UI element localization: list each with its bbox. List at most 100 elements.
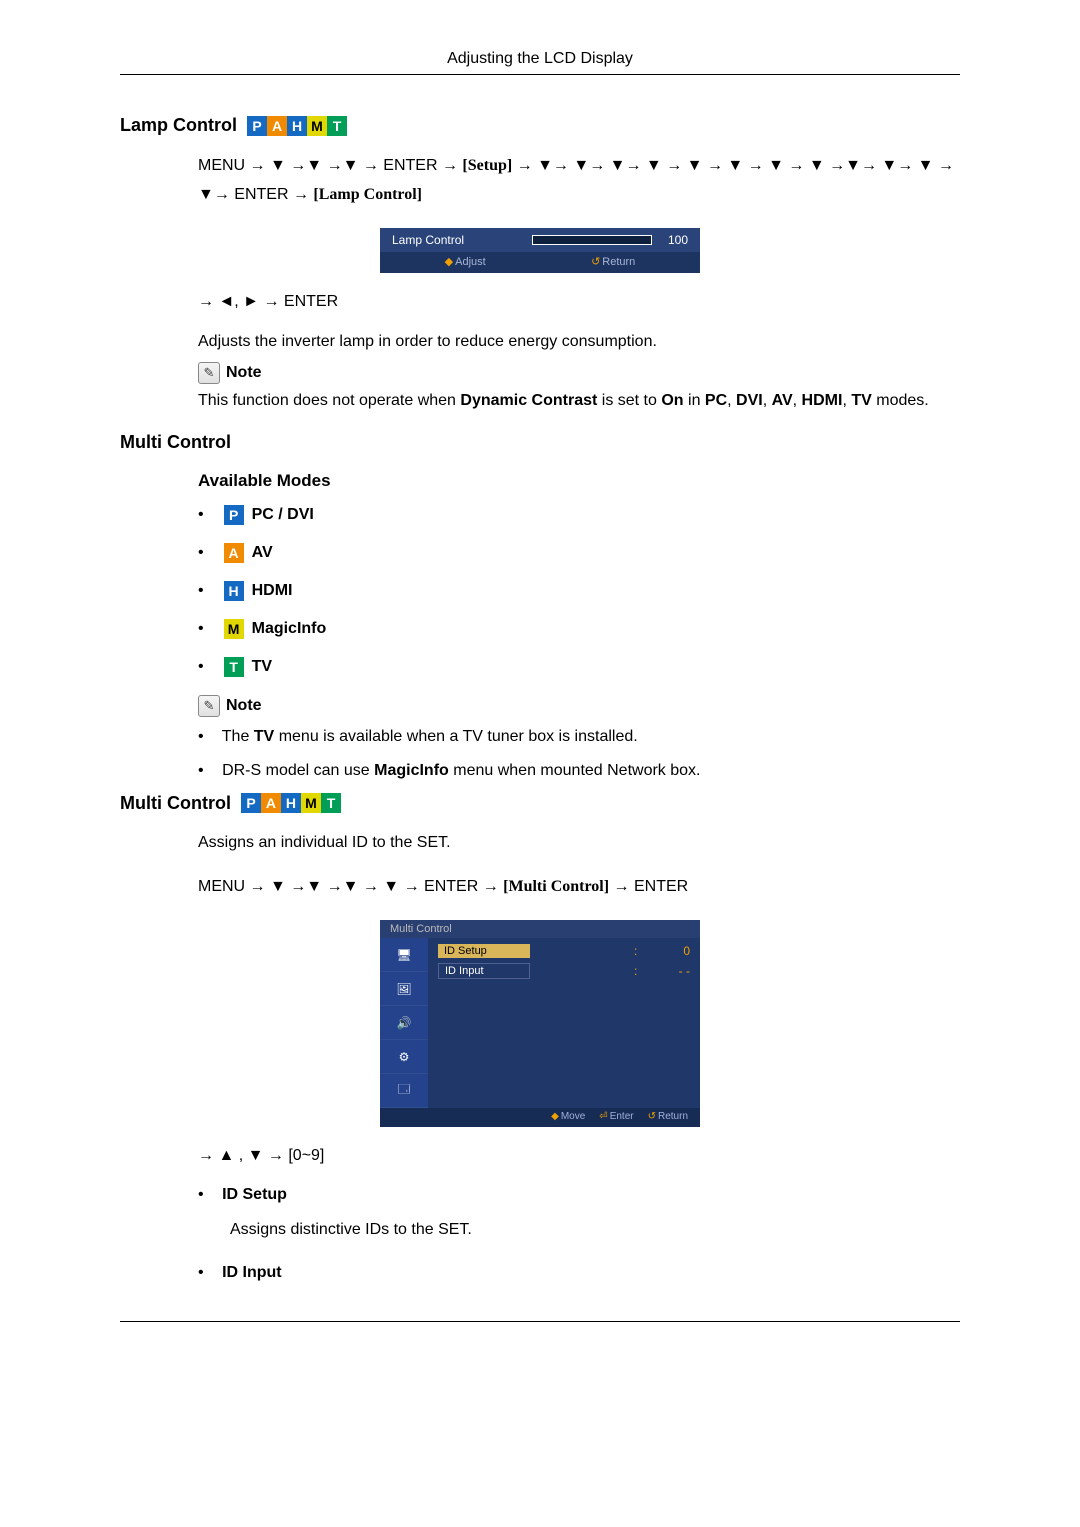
mc-osd-main: ID Setup :0 ID Input :- - — [428, 938, 700, 1108]
multi-control-osd: Multi Control 🖥 🖼 🔊 ⚙ 🗔 ID Setup :0 ID I… — [380, 920, 700, 1127]
sidebar-multi-icon[interactable]: 🗔 — [380, 1074, 428, 1108]
note-hdmi: HDMI — [802, 392, 843, 409]
note-dvi: DVI — [736, 392, 763, 409]
badge-a-icon: A — [261, 793, 281, 813]
return-icon: ↺ — [591, 256, 600, 268]
page-header: Adjusting the LCD Display — [120, 50, 960, 75]
sidebar-picture-icon[interactable]: 🖼 — [380, 972, 428, 1006]
note-label: Note — [226, 364, 262, 382]
badge-t-icon: T — [327, 116, 347, 136]
sidebar-setup-icon[interactable]: ⚙ — [380, 1040, 428, 1074]
note-suffix: modes. — [876, 392, 928, 409]
note-drs: DR-S model can use MagicInfo menu when m… — [198, 759, 960, 783]
note-tv: TV — [851, 392, 871, 409]
heading-multi-control-2: Multi Control P A H M T — [120, 793, 960, 814]
nt-tv-p: The — [222, 728, 254, 745]
nt-tv-s: menu is available when a TV tuner box is… — [279, 728, 638, 745]
mc-item-list-2: ID Input — [198, 1261, 960, 1285]
note-icon: ✎ — [198, 362, 220, 384]
lamp-path-1: MENU → ▼ →▼ →▼ → ENTER → — [198, 157, 462, 174]
available-modes-list: P PC / DVI A AV H HDMI M MagicInfo T TV — [198, 505, 960, 677]
mode-magicinfo: M MagicInfo — [198, 619, 960, 639]
mode-h-icon: H — [224, 581, 244, 601]
note-tv-menu: The TV menu is available when a TV tuner… — [198, 725, 960, 749]
mc-idinput-value: :- - — [634, 964, 690, 978]
mc-path-2: → ENTER — [614, 878, 689, 895]
note-icon: ✎ — [198, 695, 220, 717]
modes-note-list: The TV menu is available when a TV tuner… — [198, 725, 960, 783]
lamp-control-osd: Lamp Control 100 ◆Adjust ↺Return — [380, 228, 700, 273]
note-on: On — [661, 392, 683, 409]
enter-icon: ⏎ — [599, 1111, 607, 1122]
lamp-osd-row: Lamp Control 100 — [380, 228, 700, 252]
modes-note-head: ✎ Note — [198, 695, 960, 717]
lamp-slider[interactable] — [532, 235, 652, 245]
adjust-icon: ◆ — [445, 256, 453, 268]
mc-return: Return — [658, 1111, 688, 1122]
nt-dr-p: DR-S model can use — [222, 762, 374, 779]
move-icon: ◆ — [551, 1111, 559, 1122]
lamp-desc: Adjusts the inverter lamp in order to re… — [198, 329, 960, 355]
badge-t-icon: T — [321, 793, 341, 813]
mc-idsetup-desc: Assigns distinctive IDs to the SET. — [230, 1217, 960, 1243]
mc-enter: Enter — [610, 1111, 634, 1122]
mode-a-icon: A — [224, 543, 244, 563]
mode-tv: T TV — [198, 657, 960, 677]
mode-av: A AV — [198, 543, 960, 563]
badge-a-icon: A — [267, 116, 287, 136]
mode-t-icon: T — [224, 657, 244, 677]
mc-intro: Assigns an individual ID to the SET. — [198, 830, 960, 856]
mc-idsetup-label: ID Setup — [438, 944, 530, 958]
mc-idinput-num: - - — [679, 964, 690, 978]
heading-lamp-control-text: Lamp Control — [120, 115, 237, 136]
mc-path-mc: [Multi Control] — [503, 878, 609, 895]
heading-lamp-control: Lamp Control P A H M T — [120, 115, 960, 136]
nt-tv-b: TV — [254, 728, 274, 745]
heading-mc2-text: Multi Control — [120, 793, 231, 814]
note-in: in — [688, 392, 705, 409]
mode-t-label: TV — [252, 658, 272, 676]
note-dc: Dynamic Contrast — [460, 392, 597, 409]
mode-a-label: AV — [252, 544, 273, 562]
mc-idinput-label: ID Input — [438, 963, 530, 979]
mc-idsetup-value: :0 — [634, 944, 690, 958]
mc-osd-footer: ◆Move ⏎Enter ↺Return — [380, 1108, 700, 1127]
note-mid: is set to — [602, 392, 662, 409]
lamp-osd-label: Lamp Control — [392, 233, 532, 247]
mc-osd-title: Multi Control — [380, 920, 700, 938]
mode-m-label: MagicInfo — [252, 620, 327, 638]
badge-h-icon: H — [281, 793, 301, 813]
mc-item-list: ID Setup — [198, 1183, 960, 1207]
badge-h-icon: H — [287, 116, 307, 136]
mode-p-label: PC / DVI — [252, 506, 314, 524]
badge-m-icon: M — [301, 793, 321, 813]
lamp-adjust-label: Adjust — [455, 256, 486, 268]
mc-row-idsetup[interactable]: ID Setup :0 — [438, 944, 690, 958]
mc-idinput-bold: ID Input — [222, 1264, 282, 1281]
lamp-osd-footer: ◆Adjust ↺Return — [380, 252, 700, 273]
mode-p-icon: P — [224, 505, 244, 525]
lamp-menu-path: MENU → ▼ →▼ →▼ → ENTER → [Setup] → ▼→ ▼→… — [198, 152, 960, 210]
mode-hdmi: H HDMI — [198, 581, 960, 601]
lamp-note-head: ✎ Note — [198, 362, 960, 384]
mc-osd-sidebar: 🖥 🖼 🔊 ⚙ 🗔 — [380, 938, 428, 1108]
return-icon: ↺ — [648, 1111, 656, 1122]
footer-rule — [120, 1321, 960, 1322]
nt-dr-s: menu when mounted Network box. — [453, 762, 700, 779]
mode-h-label: HDMI — [252, 582, 293, 600]
badge-p-icon: P — [247, 116, 267, 136]
sidebar-input-icon[interactable]: 🖥 — [380, 938, 428, 972]
note-av: AV — [772, 392, 793, 409]
sidebar-sound-icon[interactable]: 🔊 — [380, 1006, 428, 1040]
badge-p-icon: P — [241, 793, 261, 813]
note-pc: PC — [705, 392, 727, 409]
sub-heading-available-modes: Available Modes — [198, 471, 960, 491]
mc-row-idinput[interactable]: ID Input :- - — [438, 963, 690, 979]
mc-menu-path: MENU → ▼ →▼ →▼ → ▼ → ENTER → [Multi Cont… — [198, 873, 960, 902]
lamp-slider-value: 100 — [660, 233, 688, 247]
mc-move: Move — [561, 1111, 585, 1122]
lamp-note-body: This function does not operate when Dyna… — [198, 388, 960, 414]
lamp-path-lamp: [Lamp Control] — [313, 186, 422, 203]
mode-pcdvi: P PC / DVI — [198, 505, 960, 525]
mc-idsetup-bold: ID Setup — [222, 1186, 287, 1203]
